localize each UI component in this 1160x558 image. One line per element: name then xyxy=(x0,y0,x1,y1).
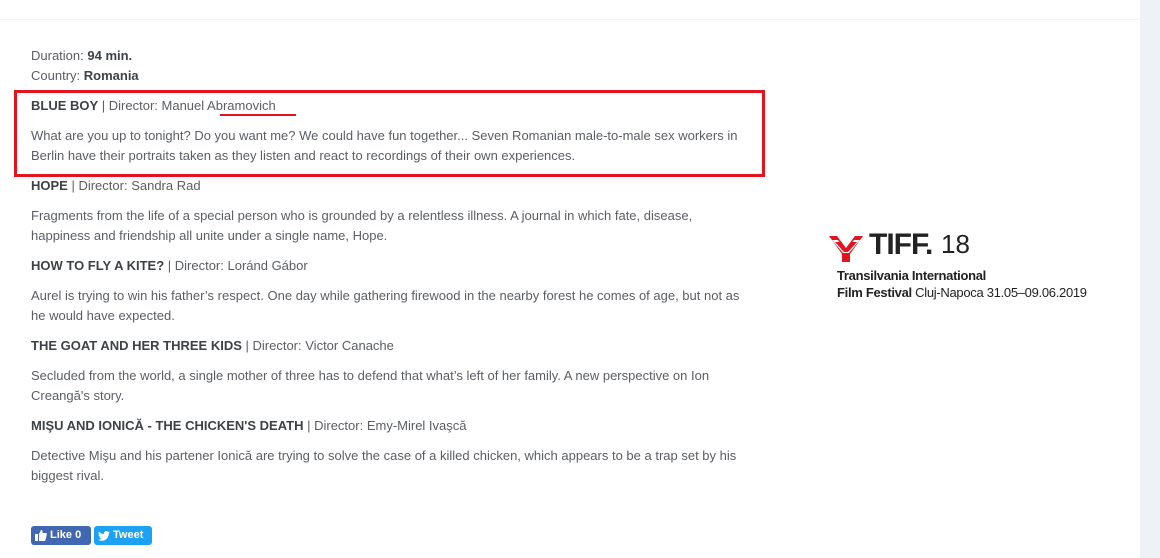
film-description: Fragments from the life of a special per… xyxy=(31,208,693,243)
top-card xyxy=(0,0,1140,19)
duration-value: 94 min. xyxy=(87,48,133,63)
film-name: HOPE xyxy=(31,178,68,193)
country-line: Country: Romania xyxy=(31,68,139,84)
twitter-bird-icon xyxy=(98,530,110,541)
film-title-hope: HOPE | Director: Sandra Rad xyxy=(31,178,201,194)
film-title-how-to-fly-a-kite: HOW TO FLY A KITE? | Director: Loránd Gá… xyxy=(31,258,308,274)
director-name: Victor Canache xyxy=(305,338,394,353)
film-description: Detective Mişu and his partener Ionică a… xyxy=(31,448,737,483)
highlight-annotation-box xyxy=(14,90,765,177)
country-value: Romania xyxy=(83,68,139,83)
director-name: Loránd Gábor xyxy=(227,258,308,273)
film-description: Aurel is trying to win his father’s resp… xyxy=(31,288,740,323)
director-label: | Director: xyxy=(303,418,367,433)
thumbs-up-icon xyxy=(35,530,47,541)
logo-line2-bold: Film Festival xyxy=(837,285,912,300)
logo-line2-rest: Cluj-Napoca 31.05–09.06.2019 xyxy=(911,285,1087,300)
director-label: | Director: xyxy=(241,338,306,353)
film-name: MIŞU AND IONICĂ - THE CHICKEN'S DEATH xyxy=(31,418,304,433)
facebook-like-button[interactable]: Like 0 xyxy=(31,526,91,545)
duration-label: Duration: xyxy=(31,48,84,63)
underline-annotation xyxy=(220,114,296,116)
director-name: Emy-Mirel Ivaşcă xyxy=(366,418,467,433)
director-name: Sandra Rad xyxy=(131,178,201,193)
director-label: | Director: xyxy=(67,178,132,193)
film-title-misu-and-ionica: MIŞU AND IONICĂ - THE CHICKEN'S DEATH | … xyxy=(31,418,467,434)
film-name: HOW TO FLY A KITE? xyxy=(31,258,165,273)
film-description: Secluded from the world, a single mother… xyxy=(31,368,710,403)
film-name: THE GOAT AND HER THREE KIDS xyxy=(31,338,242,353)
tiff-logo: TIFF. 18 Transilvania International Film… xyxy=(829,228,1087,304)
like-label: Like 0 xyxy=(50,529,82,541)
tweet-button[interactable]: Tweet xyxy=(94,526,152,545)
director-label: | Director: xyxy=(164,258,228,273)
logo-line1: Transilvania International xyxy=(837,268,986,283)
country-label: Country: xyxy=(31,68,81,83)
logo-brand: TIFF. xyxy=(869,228,933,261)
film-title-the-goat: THE GOAT AND HER THREE KIDS | Director: … xyxy=(31,338,394,354)
tiff-mark-icon xyxy=(829,236,863,262)
logo-edition: 18 xyxy=(941,229,970,259)
logo-line2: Film Festival Cluj-Napoca 31.05–09.06.20… xyxy=(837,285,1087,300)
tweet-label: Tweet xyxy=(113,529,144,541)
duration-line: Duration: 94 min. xyxy=(31,48,132,64)
